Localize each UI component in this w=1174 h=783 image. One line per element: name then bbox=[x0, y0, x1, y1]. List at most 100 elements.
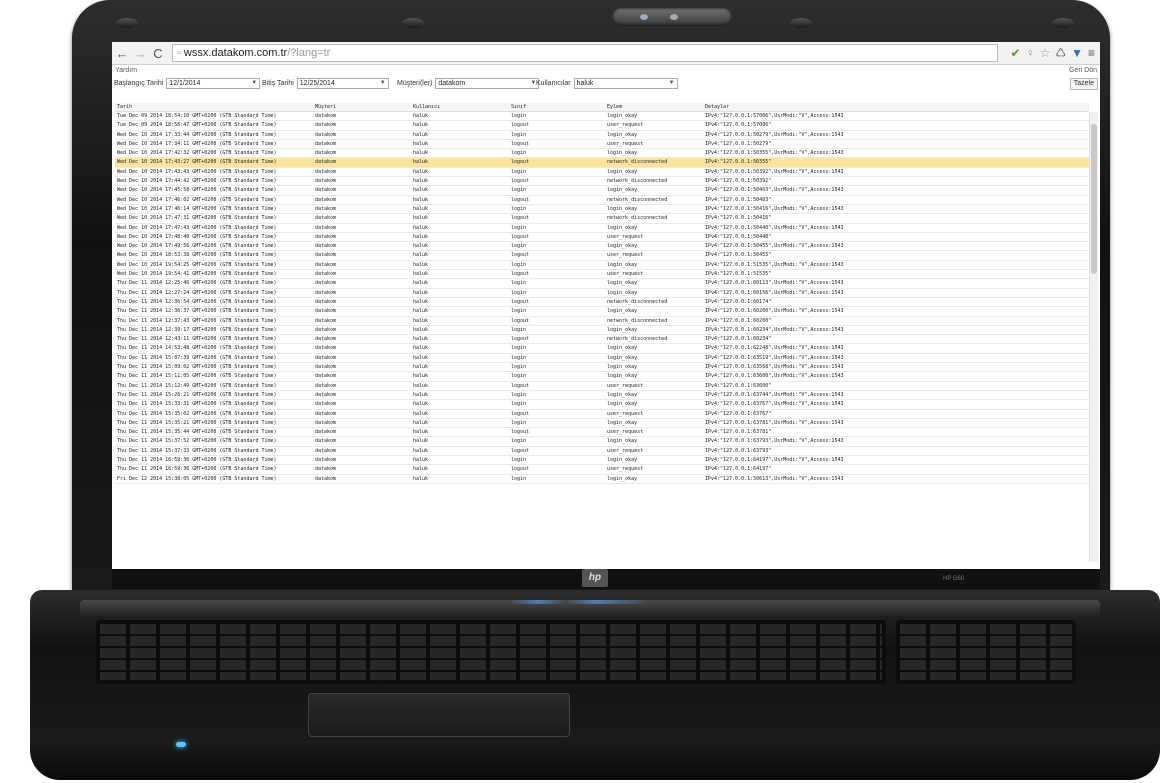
vertical-scrollbar[interactable] bbox=[1089, 112, 1098, 562]
table-row[interactable]: Thu Dec 11 2014 15:33:31 GMT+0200 (GTB S… bbox=[115, 400, 1089, 410]
table-row[interactable]: Thu Dec 11 2014 15:12:49 GMT+0200 (GTB S… bbox=[115, 382, 1089, 391]
cell-customer: datakom bbox=[315, 326, 337, 333]
cell-details: IPv4:"127.0.0.1:63744",UsrModi:"V",Acces… bbox=[705, 391, 844, 398]
keyboard[interactable] bbox=[96, 620, 886, 684]
table-row[interactable]: Thu Dec 11 2014 16:59:36 GMT+0200 (GTB S… bbox=[115, 465, 1089, 475]
cell-customer: datakom bbox=[315, 317, 337, 324]
recycle-icon[interactable]: ♺ bbox=[1055, 46, 1066, 60]
table-row[interactable]: Thu Dec 11 2014 12:43:11 GMT+0200 (GTB S… bbox=[115, 335, 1089, 345]
cell-date: Thu Dec 11 2014 15:37:33 GMT+0200 (GTB S… bbox=[117, 447, 277, 454]
table-row[interactable]: Wed Dec 10 2014 19:54:25 GMT+0200 (GTB S… bbox=[115, 261, 1089, 271]
cell-date: Thu Dec 11 2014 15:07:39 GMT+0200 (GTB S… bbox=[117, 354, 277, 361]
forward-icon[interactable]: → bbox=[132, 46, 148, 61]
table-row[interactable]: Thu Dec 11 2014 15:35:21 GMT+0200 (GTB S… bbox=[115, 419, 1089, 429]
column-header-date[interactable]: Tarih bbox=[117, 104, 313, 110]
cell-user: haluk bbox=[413, 410, 429, 417]
table-row[interactable]: Thu Dec 11 2014 15:35:44 GMT+0200 (GTB S… bbox=[115, 428, 1089, 438]
table-row[interactable]: Wed Dec 10 2014 17:45:58 GMT+0200 (GTB S… bbox=[115, 186, 1089, 196]
table-row[interactable]: Thu Dec 11 2014 12:39:17 GMT+0200 (GTB S… bbox=[115, 326, 1089, 336]
end-date-input[interactable]: 12/25/2014 bbox=[296, 78, 389, 89]
cell-action: user_request bbox=[607, 252, 644, 259]
star-icon[interactable]: ☆ bbox=[1040, 46, 1051, 60]
table-row[interactable]: Wed Dec 10 2014 17:43:43 GMT+0200 (GTB S… bbox=[115, 168, 1089, 178]
table-row[interactable]: Thu Dec 11 2014 15:26:21 GMT+0200 (GTB S… bbox=[115, 391, 1089, 401]
table-row[interactable]: Thu Dec 11 2014 15:35:02 GMT+0200 (GTB S… bbox=[115, 410, 1089, 419]
table-row[interactable]: Thu Dec 11 2014 15:07:39 GMT+0200 (GTB S… bbox=[115, 354, 1089, 364]
cell-date: Wed Dec 10 2014 17:46:02 GMT+0200 (GTB S… bbox=[117, 196, 277, 203]
column-header-action[interactable]: Eylem bbox=[607, 104, 705, 110]
table-row[interactable]: Wed Dec 10 2014 17:46:14 GMT+0200 (GTB S… bbox=[115, 205, 1089, 215]
table-row[interactable]: Wed Dec 10 2014 19:54:41 GMT+0200 (GTB S… bbox=[115, 270, 1089, 280]
table-row[interactable]: Wed Dec 10 2014 18:53:38 GMT+0200 (GTB S… bbox=[115, 251, 1089, 261]
cell-user: haluk bbox=[413, 205, 429, 212]
table-row[interactable]: Thu Dec 11 2014 12:37:43 GMT+0200 (GTB S… bbox=[115, 317, 1089, 326]
cell-action: user_request bbox=[607, 233, 644, 240]
table-row[interactable]: Wed Dec 10 2014 17:47:43 GMT+0200 (GTB S… bbox=[115, 224, 1089, 233]
cell-action: login_okay bbox=[607, 354, 638, 361]
touchpad[interactable] bbox=[308, 693, 570, 737]
cell-action: login_okay bbox=[607, 289, 638, 296]
address-bar[interactable]: ▫ wssx.datakom.com.tr/?lang=tr bbox=[172, 44, 998, 62]
column-header-customer[interactable]: Müşteri bbox=[315, 104, 411, 110]
cell-class: logout bbox=[511, 336, 530, 343]
table-row[interactable]: Wed Dec 10 2014 17:34:11 GMT+0200 (GTB S… bbox=[115, 140, 1089, 150]
customer-select[interactable]: datakom bbox=[435, 78, 540, 89]
table-row[interactable]: Wed Dec 10 2014 17:48:40 GMT+0200 (GTB S… bbox=[115, 233, 1089, 243]
table-row[interactable]: Fri Dec 12 2014 15:38:05 GMT+0200 (GTB S… bbox=[115, 475, 1089, 484]
table-row[interactable]: Wed Dec 10 2014 17:47:31 GMT+0200 (GTB S… bbox=[115, 214, 1089, 224]
cell-class: logout bbox=[511, 178, 530, 185]
table-row[interactable]: Thu Dec 11 2014 15:37:33 GMT+0200 (GTB S… bbox=[115, 447, 1089, 456]
help-link[interactable]: Yardım bbox=[115, 65, 137, 77]
table-row[interactable]: Wed Dec 10 2014 17:33:44 GMT+0200 (GTB S… bbox=[115, 131, 1089, 140]
table-row[interactable]: Wed Dec 10 2014 17:42:32 GMT+0200 (GTB S… bbox=[115, 149, 1089, 159]
table-row[interactable]: Wed Dec 10 2014 17:49:56 GMT+0200 (GTB S… bbox=[115, 242, 1089, 252]
lightbulb-icon[interactable]: ♀ bbox=[1026, 46, 1035, 60]
pin-icon[interactable]: ▼ bbox=[1071, 46, 1083, 60]
table-row[interactable]: Tue Dec 09 2014 18:54:10 GMT+0200 (GTB S… bbox=[115, 112, 1089, 122]
column-header-class[interactable]: Sınıf bbox=[511, 104, 607, 110]
table-row[interactable]: Tue Dec 09 2014 18:56:47 GMT+0200 (GTB S… bbox=[115, 121, 1089, 131]
leaf-icon[interactable]: ✔ bbox=[1011, 46, 1021, 60]
back-icon[interactable]: ← bbox=[114, 46, 130, 61]
table-row[interactable]: Thu Dec 11 2014 15:37:52 GMT+0200 (GTB S… bbox=[115, 437, 1089, 447]
table-row[interactable]: Thu Dec 11 2014 16:59:36 GMT+0200 (GTB S… bbox=[115, 456, 1089, 466]
cell-details: IPv4:"127.0.0.1:50613",UsrModi:"V",Acces… bbox=[705, 475, 844, 482]
numpad[interactable] bbox=[896, 620, 1076, 684]
cell-user: haluk bbox=[413, 429, 429, 436]
chevron-down-icon[interactable]: ▼ bbox=[669, 77, 675, 90]
table-row[interactable]: Thu Dec 11 2014 12:27:24 GMT+0200 (GTB S… bbox=[115, 289, 1089, 298]
table-row[interactable]: Wed Dec 10 2014 17:44:42 GMT+0200 (GTB S… bbox=[115, 177, 1089, 187]
cell-customer: datakom bbox=[315, 456, 337, 463]
table-row[interactable]: Wed Dec 10 2014 17:46:02 GMT+0200 (GTB S… bbox=[115, 196, 1089, 205]
table-row[interactable]: Thu Dec 11 2014 12:36:54 GMT+0200 (GTB S… bbox=[115, 298, 1089, 308]
back-link[interactable]: Geri Dön bbox=[1069, 65, 1097, 77]
cell-details: IPv4:"127.0.0.1:50279",UsrModi:"V",Acces… bbox=[705, 131, 844, 138]
menu-icon[interactable]: ≡ bbox=[1088, 46, 1095, 60]
table-row[interactable]: Thu Dec 11 2014 12:25:46 GMT+0200 (GTB S… bbox=[115, 279, 1089, 289]
reload-icon[interactable]: C bbox=[150, 46, 166, 61]
table-row[interactable]: Thu Dec 11 2014 15:11:05 GMT+0200 (GTB S… bbox=[115, 372, 1089, 382]
table-row[interactable]: Thu Dec 11 2014 14:53:48 GMT+0200 (GTB S… bbox=[115, 344, 1089, 354]
table-row[interactable]: Thu Dec 11 2014 12:36:37 GMT+0200 (GTB S… bbox=[115, 307, 1089, 317]
scroll-thumb[interactable] bbox=[1091, 124, 1097, 274]
hp-logo: hp bbox=[582, 569, 608, 587]
cell-class: logout bbox=[511, 140, 530, 147]
users-select[interactable]: haluk bbox=[573, 78, 678, 89]
cell-details: IPv4:"127.0.0.1:63781",UsrModi:"V",Acces… bbox=[705, 419, 844, 426]
cell-action: login_okay bbox=[607, 113, 638, 119]
table-row[interactable]: Thu Dec 11 2014 15:09:02 GMT+0200 (GTB S… bbox=[115, 363, 1089, 373]
cell-customer: datakom bbox=[315, 178, 337, 185]
cell-details: IPv4:"127.0.0.1:60234",UsrModi:"V",Acces… bbox=[705, 326, 844, 333]
cell-customer: datakom bbox=[315, 401, 337, 408]
users-label: Kullanıcılar bbox=[536, 80, 571, 87]
column-header-details[interactable]: Detaylar bbox=[705, 104, 1085, 110]
cell-class: login bbox=[511, 168, 527, 175]
chevron-down-icon[interactable]: ▼ bbox=[251, 77, 257, 90]
table-row[interactable]: Wed Dec 10 2014 17:43:27 GMT+0200 (GTB S… bbox=[115, 158, 1089, 168]
column-header-user[interactable]: Kullanıcı bbox=[413, 104, 509, 110]
media-led-strip bbox=[510, 600, 650, 604]
start-date-input[interactable]: 12/1/2014 bbox=[166, 78, 261, 89]
refresh-button[interactable]: Tazele bbox=[1069, 78, 1098, 90]
chevron-down-icon[interactable]: ▼ bbox=[380, 77, 386, 90]
cell-class: login bbox=[511, 456, 527, 463]
